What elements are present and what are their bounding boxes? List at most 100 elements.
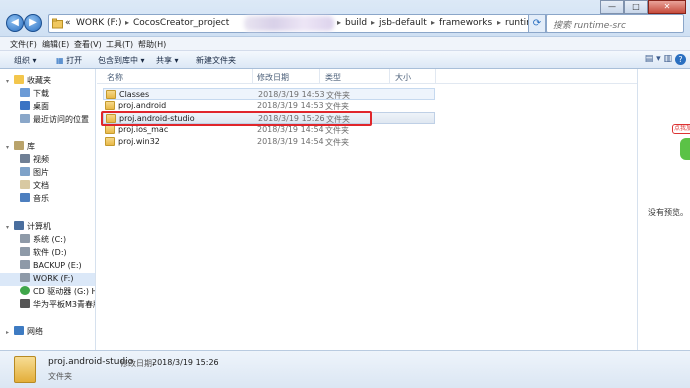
back-button[interactable]: ◀ [6,14,24,32]
breadcrumb-separator[interactable]: ▸ [497,18,501,27]
file-modified: 2018/3/19 14:54 [257,125,324,134]
open-label: 打开 [66,56,83,65]
sidebar-item-label: 系统 (C:) [33,235,67,244]
sidebar-item-music[interactable]: 音乐 [20,193,49,206]
menu-file[interactable]: 文件(F) [10,39,37,50]
open-button[interactable]: ▦ 打开 [56,55,82,66]
breadcrumb-separator[interactable]: ▸ [431,18,435,27]
forward-button[interactable]: ▶ [24,14,42,32]
file-name: proj.android [118,101,167,110]
sidebar-item-drive-d[interactable]: 软件 (D:) [20,247,67,260]
menu-bar: 文件(F) 编辑(E) 查看(V) 工具(T) 帮助(H) [0,37,690,51]
computer-header[interactable]: ▾ 计算机 [6,221,51,234]
organize-button[interactable]: 组织 ▾ [14,55,37,66]
sidebar-item-label: 软件 (D:) [33,248,67,257]
sidebar-item-drive-c[interactable]: 系统 (C:) [20,234,66,247]
library-icon [14,141,24,150]
sidebar-item-label: 音乐 [33,194,49,203]
drive-icon [20,247,30,256]
floating-widget-icon[interactable] [680,138,690,160]
libraries-header[interactable]: ▾ 库 [6,141,35,154]
table-row[interactable]: proj.win32 2018/3/19 14:54 文件夹 [103,136,435,148]
sidebar-item-downloads[interactable]: 下载 [20,88,49,101]
network-header[interactable]: ▸ 网络 [6,326,43,339]
navigation-pane: ▾ 收藏夹 下载 桌面 最近访问的位置 ▾ 库 视频 图片 文档 音乐 ▾ 计算机 系… [0,69,96,350]
sidebar-item-drive-f[interactable]: WORK (F:) [0,273,95,286]
menu-edit[interactable]: 编辑(E) [42,39,69,50]
minimize-button[interactable]: — [600,0,624,14]
folder-icon [105,137,115,146]
file-type: 文件夹 [325,126,349,135]
search-input[interactable]: 搜索 runtime-src [546,14,684,33]
details-pane: proj.android-studio 修改日期: 2018/3/19 15:2… [0,350,690,388]
sidebar-item-recent-places[interactable]: 最近访问的位置 [20,114,89,127]
breadcrumb-jsb-default[interactable]: jsb-default [379,18,427,28]
expand-icon[interactable]: ▸ [6,329,12,336]
column-header-name[interactable]: 名称 [107,72,123,83]
table-row[interactable]: Classes 2018/3/19 14:53 文件夹 [103,88,435,100]
details-type: 文件夹 [48,372,72,381]
column-divider[interactable] [435,69,436,84]
desktop-icon [20,101,30,110]
column-header-modified[interactable]: 修改日期 [257,72,289,83]
videos-icon [20,154,30,163]
file-type: 文件夹 [325,138,349,147]
breadcrumb-separator[interactable]: ▸ [125,18,129,27]
collapse-icon[interactable]: ▾ [6,224,12,231]
menu-tools[interactable]: 工具(T) [106,39,133,50]
close-button[interactable]: ✕ [648,0,686,14]
command-toolbar: 组织 ▾ ▦ 打开 包含到库中 ▾ 共享 ▾ 新建文件夹 ▤ ▾ ▥ ? [0,51,690,69]
share-button[interactable]: 共享 ▾ [156,55,179,66]
column-headers: 名称 修改日期 类型 大小 [97,69,637,84]
column-header-size[interactable]: 大小 [395,72,411,83]
column-divider[interactable] [319,69,320,84]
redacted-region [244,16,334,31]
sidebar-item-tablet[interactable]: 华为平板M3青春版: [20,299,95,312]
breadcrumb-work-drive[interactable]: WORK (F:) [76,18,122,28]
column-header-type[interactable]: 类型 [325,72,341,83]
pictures-icon [20,167,30,176]
floating-widget-badge[interactable]: 点我加 [672,124,690,134]
include-in-library-button[interactable]: 包含到库中 ▾ [98,55,145,66]
breadcrumb-separator[interactable]: ▸ [337,18,341,27]
sidebar-item-cd-drive[interactable]: CD 驱动器 (G:) HiSu [20,286,95,299]
sidebar-item-label: 最近访问的位置 [33,115,89,124]
breadcrumb-overflow[interactable]: « [65,18,71,28]
sidebar-item-desktop[interactable]: 桌面 [20,101,49,114]
menu-help[interactable]: 帮助(H) [138,39,166,50]
sidebar-item-videos[interactable]: 视频 [20,154,49,167]
column-divider[interactable] [389,69,390,84]
view-options-icon[interactable]: ▤ ▾ ▥ [645,54,672,64]
no-preview-text: 没有预览。 [648,208,688,217]
collapse-icon[interactable]: ▾ [6,144,12,151]
open-icon: ▦ [56,56,64,65]
sidebar-item-drive-e[interactable]: BACKUP (E:) [20,260,82,273]
sidebar-item-label: 文档 [33,181,49,190]
sidebar-item-pictures[interactable]: 图片 [20,167,49,180]
maximize-button[interactable]: □ [624,0,648,14]
cd-icon [20,286,30,295]
breadcrumb-frameworks[interactable]: frameworks [439,18,492,28]
new-folder-button[interactable]: 新建文件夹 [196,55,236,66]
favorites-label: 收藏夹 [27,76,51,85]
address-bar[interactable]: « WORK (F:) ▸ CocosCreator_project ▸ bui… [48,14,573,33]
sidebar-item-label: WORK (F:) [33,274,74,283]
collapse-icon[interactable]: ▾ [6,78,12,85]
annotation-highlight-box [101,111,372,126]
help-icon[interactable]: ? [675,54,686,65]
network-icon [14,326,24,335]
file-list: 名称 修改日期 类型 大小 Classes 2018/3/19 14:53 文件… [97,69,637,350]
breadcrumb-cocos-project[interactable]: CocosCreator_project [133,18,229,28]
sidebar-item-documents[interactable]: 文档 [20,180,49,193]
floating-widget[interactable]: 点我加 [672,120,690,162]
breadcrumb-separator[interactable]: ▸ [371,18,375,27]
breadcrumb-build[interactable]: build [345,18,367,28]
sidebar-item-label: CD 驱动器 (G:) HiSu [33,287,95,296]
folder-icon [106,90,116,99]
network-label: 网络 [27,327,43,336]
column-divider[interactable] [252,69,253,84]
computer-icon [14,221,24,230]
refresh-button[interactable]: ⟳ [528,14,546,33]
menu-view[interactable]: 查看(V) [74,39,102,50]
favorites-header[interactable]: ▾ 收藏夹 [6,75,51,88]
